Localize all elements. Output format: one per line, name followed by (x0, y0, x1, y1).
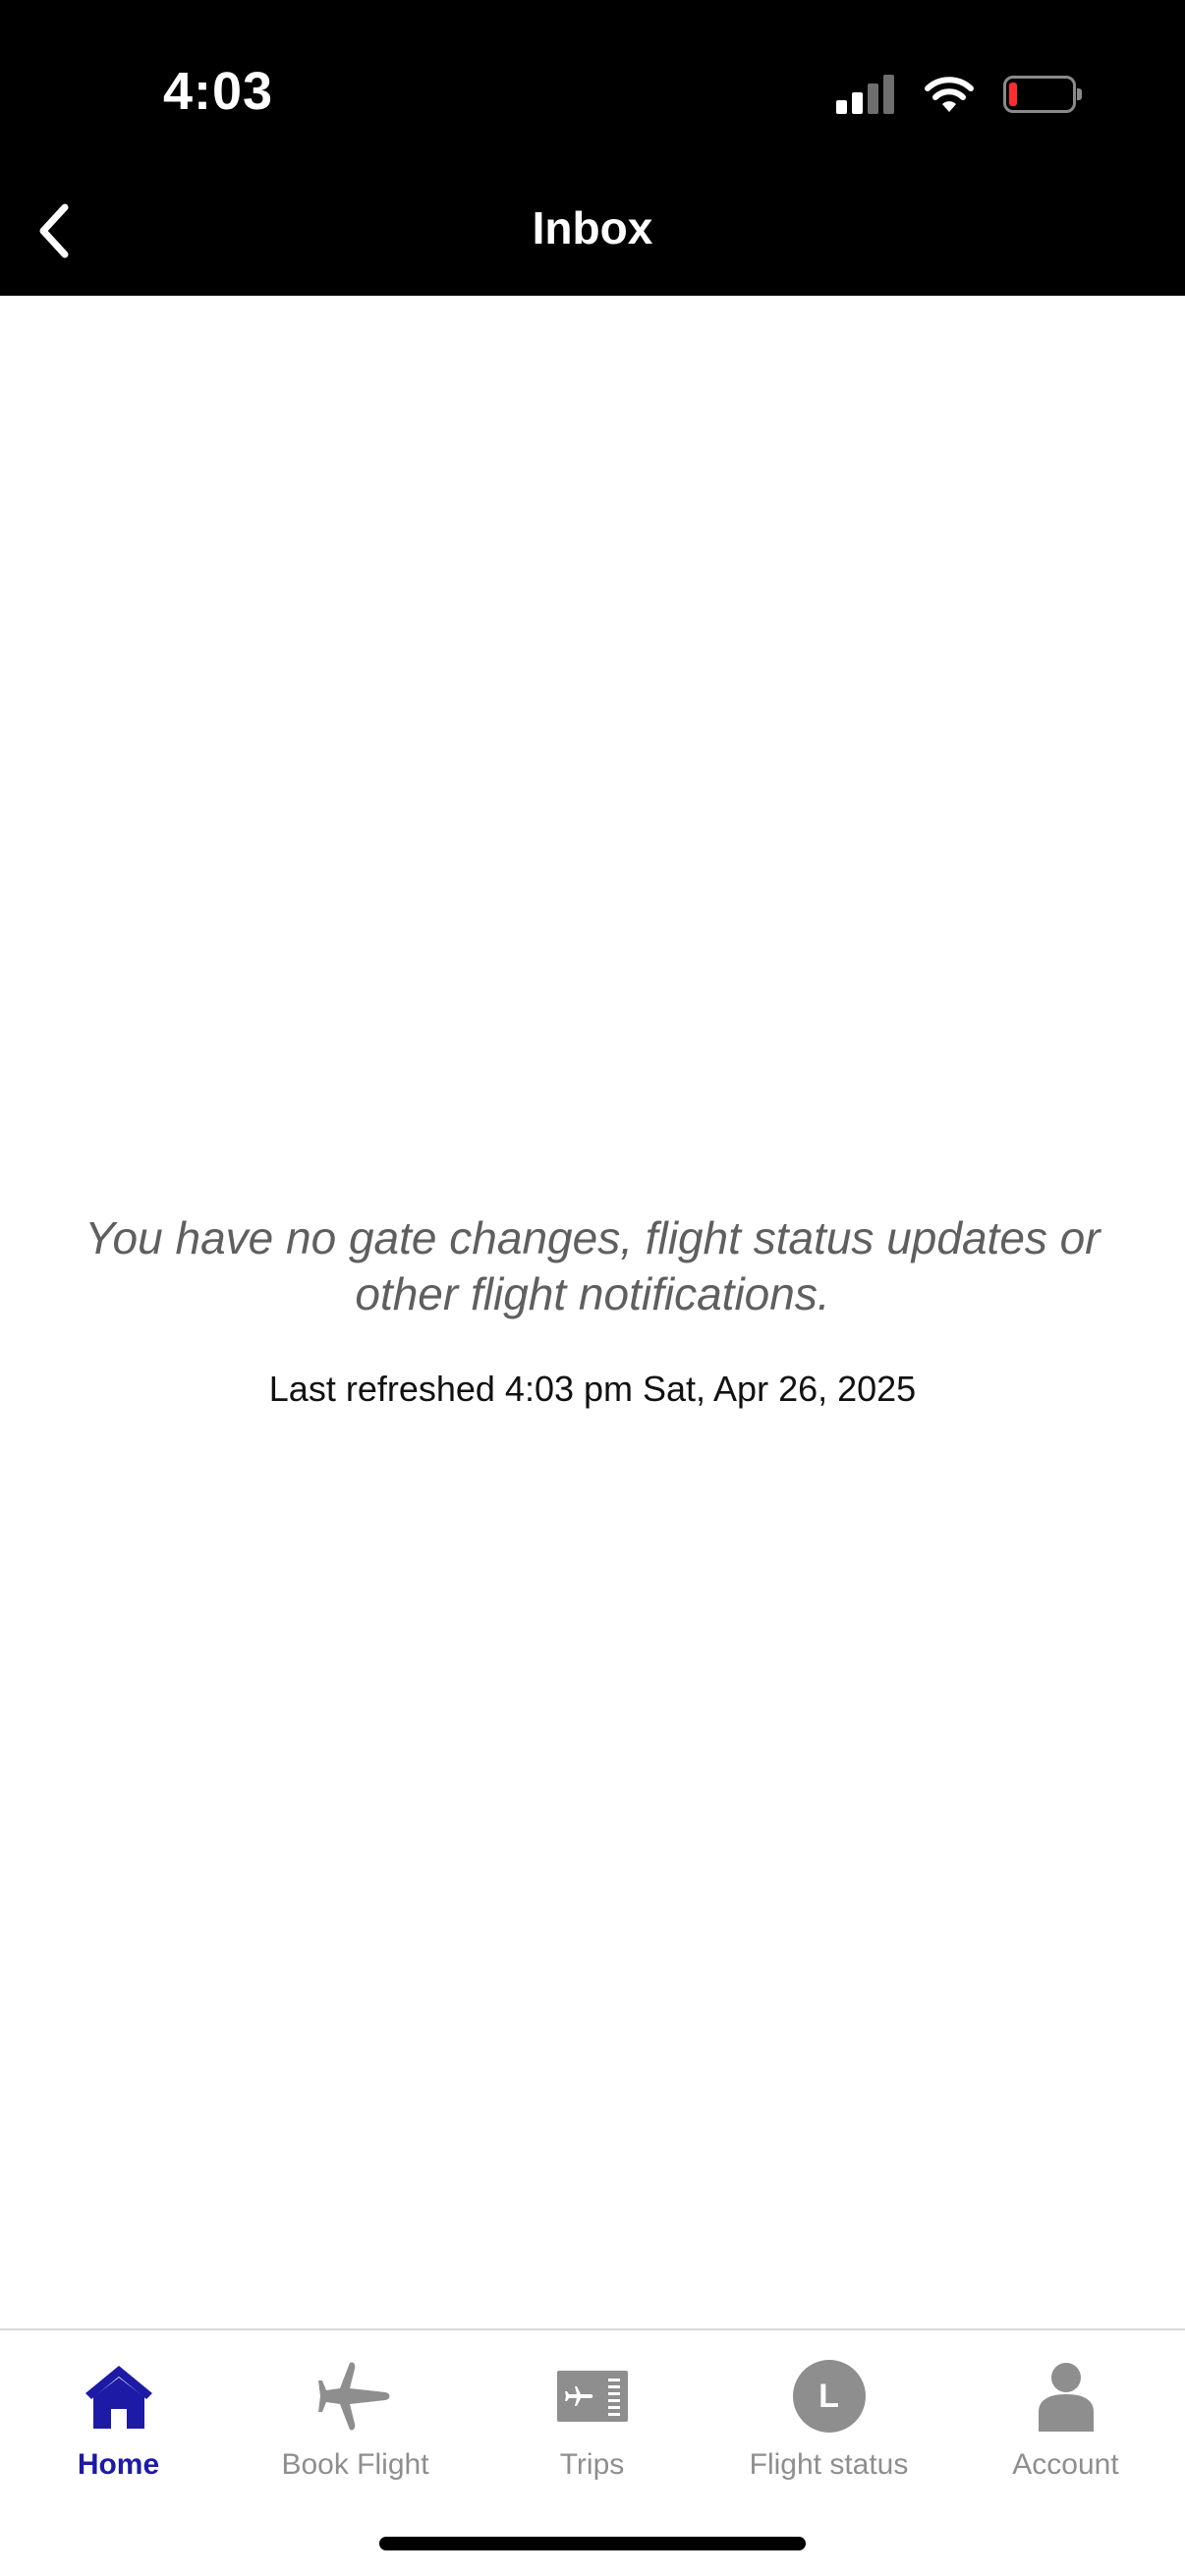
header: 4:03 Inbox (0, 0, 1185, 296)
tab-flight-status[interactable]: L Flight status (710, 2352, 947, 2499)
person-icon (1022, 2352, 1110, 2440)
flight-status-badge: L (792, 2360, 866, 2433)
home-indicator[interactable] (379, 2537, 806, 2550)
status-time: 4:03 (163, 62, 274, 121)
tab-book-flight[interactable]: Book Flight (237, 2352, 474, 2499)
inbox-screen: 4:03 Inbox You have no gate changes, fli… (0, 0, 1185, 2576)
airplane-icon (311, 2352, 400, 2440)
tab-home[interactable]: Home (0, 2352, 237, 2499)
tab-label: Flight status (749, 2448, 909, 2481)
page-title: Inbox (532, 202, 653, 253)
battery-icon (1003, 76, 1082, 113)
tab-trips[interactable]: Trips (474, 2352, 710, 2499)
tab-label: Account (1012, 2448, 1119, 2481)
ticket-icon (548, 2352, 637, 2440)
cellular-signal-icon (836, 75, 895, 114)
status-icons (836, 75, 1082, 114)
tab-label: Book Flight (281, 2448, 429, 2481)
tab-label: Trips (559, 2448, 625, 2481)
tab-account[interactable]: Account (947, 2352, 1184, 2499)
empty-state-message: You have no gate changes, flight status … (85, 1212, 1100, 1319)
last-refreshed-text: Last refreshed 4:03 pm Sat, Apr 26, 2025 (268, 1369, 917, 1409)
wifi-icon (925, 77, 974, 112)
flight-status-icon: L (785, 2352, 874, 2440)
home-icon (75, 2352, 163, 2440)
tab-label: Home (77, 2448, 160, 2481)
